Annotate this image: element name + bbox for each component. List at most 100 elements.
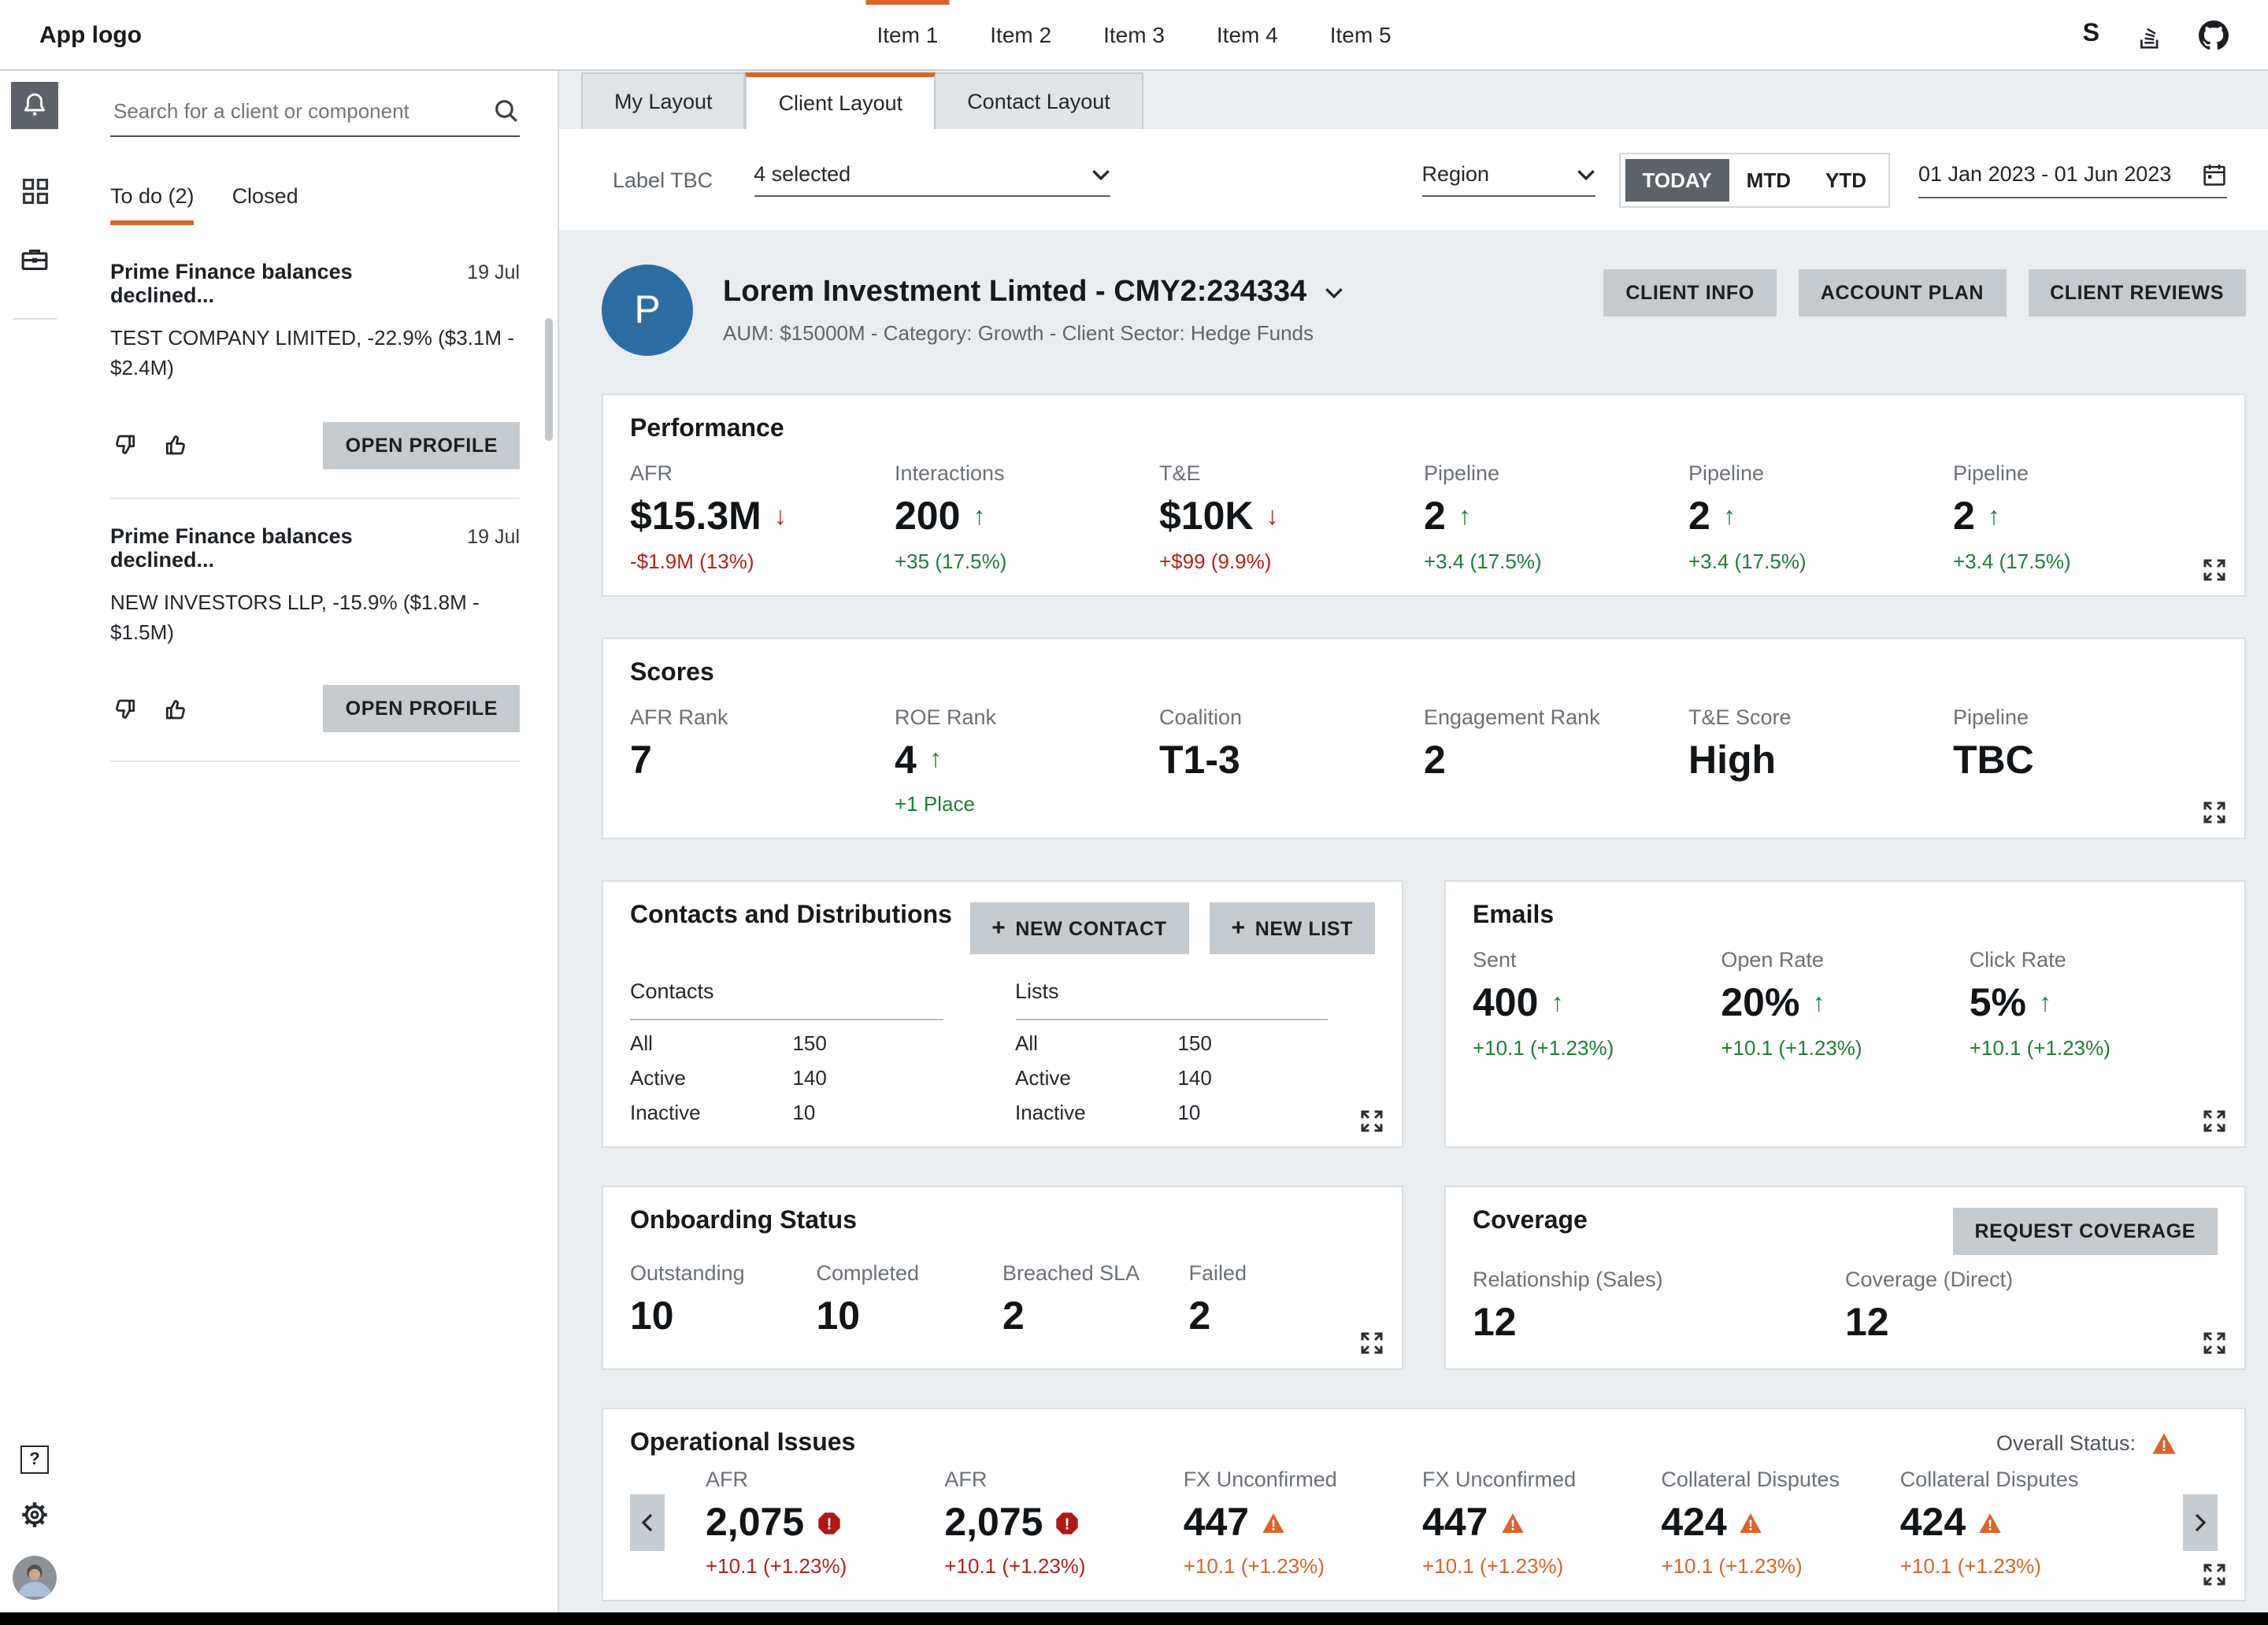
thumbs-down-icon[interactable] bbox=[110, 431, 137, 458]
operational-issues-card: Operational Issues Overall Status: ! AFR bbox=[602, 1407, 2246, 1601]
metric-fx-unconfirmed: FX Unconfirmed 447! +10.1 (+1.23%) bbox=[1184, 1467, 1422, 1578]
emails-card: Emails Sent 400↑ +10.1 (+1.23%) Open Rat… bbox=[1444, 880, 2246, 1148]
warning-triangle-icon: ! bbox=[1500, 1512, 1524, 1535]
scores-card: Scores AFR Rank 7 ROE Rank 4↑ +1 Place bbox=[602, 637, 2246, 839]
dashboard-scroll-area: P Lorem Investment Limted - CMY2:234334 … bbox=[559, 230, 2268, 1601]
metric-breached-sla: Breached SLA 2 bbox=[1002, 1261, 1189, 1339]
tab-client-layout[interactable]: Client Layout bbox=[746, 72, 936, 129]
period-segmented-control: TODAY MTD YTD bbox=[1619, 152, 1891, 207]
metric-coverage-direct: Coverage (Direct) 12 bbox=[1845, 1268, 2218, 1346]
user-avatar[interactable] bbox=[13, 1556, 57, 1600]
rail-bottom-group: ? bbox=[0, 1445, 69, 1600]
metric-relationship-sales: Relationship (Sales) 12 bbox=[1473, 1268, 1845, 1346]
thumbs-up-icon[interactable] bbox=[164, 431, 191, 458]
carousel-right-button[interactable] bbox=[2183, 1494, 2218, 1551]
notifications-bell-icon[interactable] bbox=[11, 82, 58, 129]
overall-status-label: Overall Status: bbox=[1996, 1431, 2136, 1455]
search-input[interactable] bbox=[110, 98, 493, 124]
nav-item-5[interactable]: Item 5 bbox=[1330, 0, 1392, 69]
trend-up-icon: ↑ bbox=[2039, 990, 2051, 1018]
thumbs-down-icon[interactable] bbox=[110, 696, 137, 723]
account-plan-button[interactable]: ACCOUNT PLAN bbox=[1799, 269, 2006, 316]
request-coverage-button[interactable]: REQUEST COVERAGE bbox=[1953, 1208, 2218, 1255]
metric-pipeline: Pipeline 2↑ +3.4 (17.5%) bbox=[1953, 461, 2218, 572]
expand-icon[interactable] bbox=[1361, 1331, 1383, 1353]
tab-contact-layout[interactable]: Contact Layout bbox=[936, 72, 1143, 129]
date-range-picker[interactable]: 01 Jan 2023 - 01 Jun 2023 bbox=[1918, 161, 2227, 198]
tab-my-layout[interactable]: My Layout bbox=[581, 72, 746, 129]
expand-icon[interactable] bbox=[2203, 1331, 2225, 1353]
metric-interactions: Interactions 200↑ +35 (17.5%) bbox=[895, 461, 1159, 572]
metric-engagement-rank: Engagement Rank 2 bbox=[1424, 705, 1688, 816]
calendar-icon[interactable] bbox=[2202, 161, 2227, 187]
tab-closed[interactable]: Closed bbox=[232, 184, 298, 225]
trend-down-icon: ↓ bbox=[1266, 504, 1279, 531]
chevron-down-icon[interactable] bbox=[1324, 287, 1343, 299]
table-row: All150 bbox=[1015, 1031, 1328, 1055]
svg-text:!: ! bbox=[2162, 1437, 2166, 1454]
table-row: Inactive10 bbox=[1015, 1101, 1328, 1124]
app-logo: App logo bbox=[39, 21, 142, 48]
nav-item-2[interactable]: Item 2 bbox=[990, 0, 1051, 69]
open-profile-button[interactable]: OPEN PROFILE bbox=[324, 421, 520, 468]
trend-up-icon: ↑ bbox=[1723, 504, 1736, 531]
metric-click-rate: Click Rate 5%↑ +10.1 (+1.23%) bbox=[1970, 948, 2218, 1059]
warning-triangle-icon: ! bbox=[1978, 1512, 2002, 1535]
main-frame: ? To do (2) Closed bbox=[0, 69, 2268, 1625]
table-row: Inactive10 bbox=[630, 1101, 943, 1124]
todo-item: Prime Finance balances declined... 19 Ju… bbox=[110, 235, 520, 498]
github-icon[interactable] bbox=[2199, 20, 2229, 50]
metric-afr-issues: AFR 2,075! +10.1 (+1.23%) bbox=[706, 1467, 944, 1578]
segment-mtd[interactable]: MTD bbox=[1729, 158, 1808, 201]
todo-title: Prime Finance balances declined... bbox=[110, 260, 451, 307]
table-row: Active140 bbox=[630, 1066, 943, 1090]
settings-gear-icon[interactable] bbox=[20, 1501, 49, 1529]
coverage-card: Coverage REQUEST COVERAGE Relationship (… bbox=[1444, 1186, 2246, 1369]
multi-select-value: 4 selected bbox=[754, 162, 850, 186]
s-icon[interactable]: S bbox=[2083, 20, 2099, 49]
region-dropdown[interactable]: Region bbox=[1422, 162, 1595, 197]
dashboard-grid-icon[interactable] bbox=[11, 167, 58, 214]
briefcase-icon[interactable] bbox=[11, 236, 58, 283]
client-reviews-button[interactable]: CLIENT REVIEWS bbox=[2028, 269, 2246, 316]
trend-down-icon: ↓ bbox=[774, 504, 787, 531]
svg-text:!: ! bbox=[1988, 1517, 1992, 1533]
tab-todo[interactable]: To do (2) bbox=[110, 184, 195, 225]
search-field[interactable] bbox=[110, 98, 520, 137]
nav-item-3[interactable]: Item 3 bbox=[1103, 0, 1165, 69]
expand-icon[interactable] bbox=[2203, 801, 2225, 824]
segment-ytd[interactable]: YTD bbox=[1808, 158, 1884, 201]
thumbs-up-icon[interactable] bbox=[164, 696, 191, 723]
expand-icon[interactable] bbox=[2203, 558, 2225, 580]
multi-select-dropdown[interactable]: 4 selected bbox=[754, 162, 1110, 197]
new-list-button[interactable]: +NEW LIST bbox=[1210, 902, 1375, 954]
stack-overflow-icon[interactable] bbox=[2136, 21, 2162, 48]
card-title: Contacts and Distributions bbox=[630, 902, 952, 931]
scrollbar-thumb[interactable] bbox=[545, 318, 553, 441]
trend-up-icon: ↑ bbox=[1458, 504, 1471, 531]
open-profile-button[interactable]: OPEN PROFILE bbox=[324, 686, 520, 733]
metric-outstanding: Outstanding 10 bbox=[630, 1261, 817, 1339]
card-title: Onboarding Status bbox=[630, 1208, 1375, 1236]
help-icon[interactable]: ? bbox=[20, 1445, 49, 1474]
warning-triangle-icon: ! bbox=[1740, 1512, 1763, 1535]
search-icon[interactable] bbox=[493, 98, 520, 124]
nav-item-4[interactable]: Item 4 bbox=[1217, 0, 1278, 69]
expand-icon[interactable] bbox=[1361, 1110, 1383, 1132]
expand-icon[interactable] bbox=[2203, 1110, 2225, 1132]
new-contact-button[interactable]: +NEW CONTACT bbox=[969, 902, 1188, 954]
card-title: Coverage bbox=[1473, 1208, 1588, 1236]
warning-triangle-icon: ! bbox=[1262, 1512, 1285, 1535]
card-title: Emails bbox=[1473, 902, 2218, 931]
sidebar-tabs: To do (2) Closed bbox=[110, 184, 520, 225]
performance-card: Performance AFR $15.3M↓ -$1.9M (13%) Int… bbox=[602, 394, 2246, 596]
segment-today[interactable]: TODAY bbox=[1625, 158, 1729, 201]
expand-icon[interactable] bbox=[2203, 1564, 2225, 1586]
card-title: Scores bbox=[630, 659, 2218, 687]
carousel-left-button[interactable] bbox=[630, 1494, 665, 1551]
contacts-table: Contacts All150 Active140 Inactive10 bbox=[630, 979, 943, 1124]
todo-list: Prime Finance balances declined... 19 Ju… bbox=[110, 235, 520, 763]
content-area: My Layout Client Layout Contact Layout L… bbox=[559, 69, 2268, 1625]
client-info-button[interactable]: CLIENT INFO bbox=[1603, 269, 1777, 316]
nav-item-1[interactable]: Item 1 bbox=[876, 0, 938, 69]
